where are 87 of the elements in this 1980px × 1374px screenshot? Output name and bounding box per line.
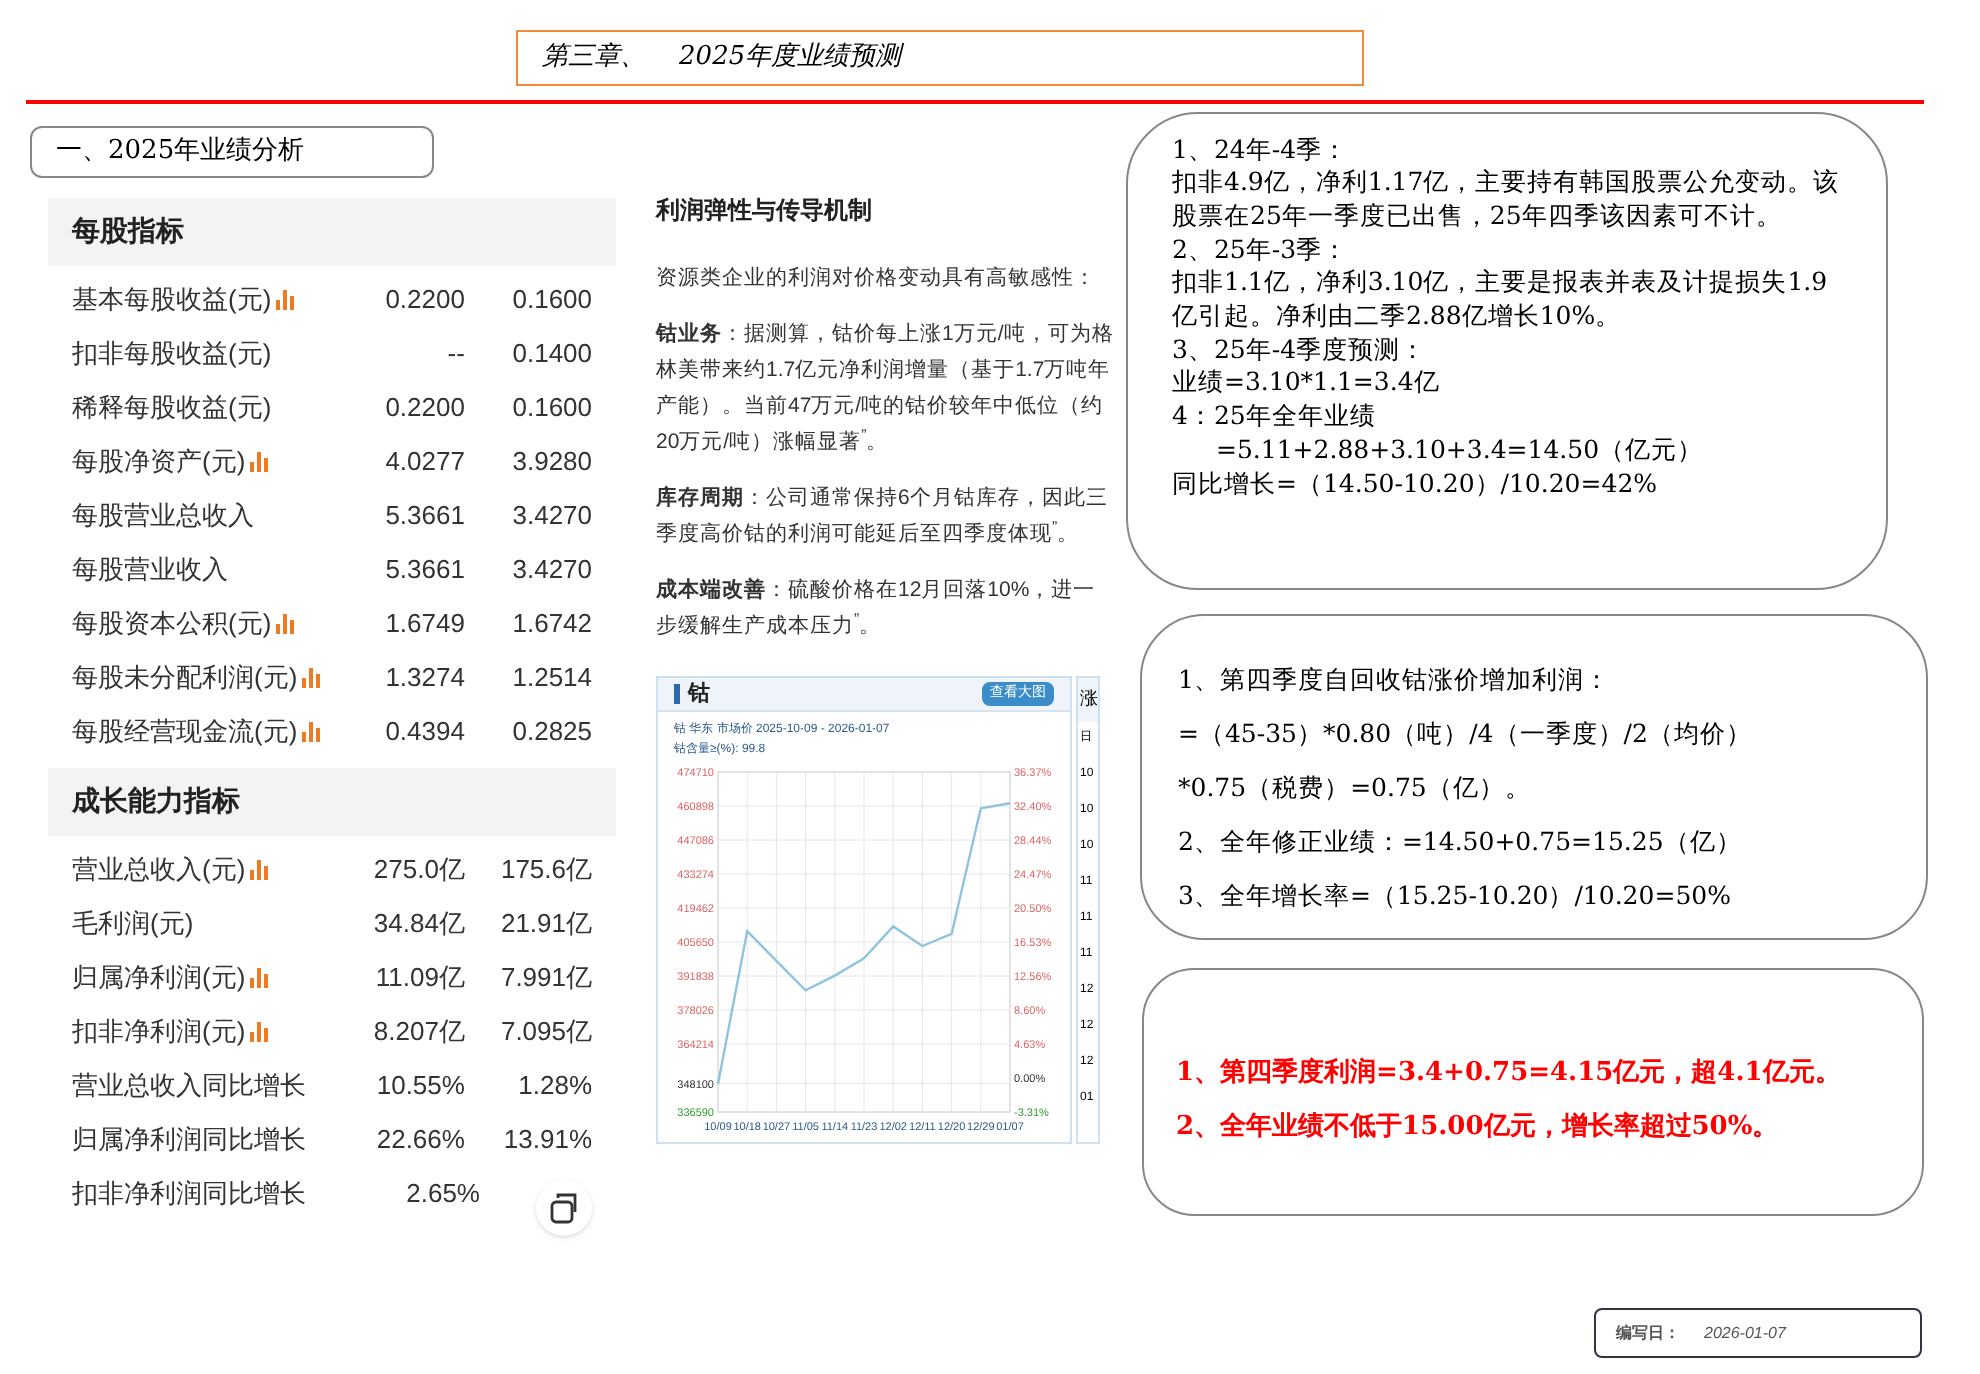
indicator-label: 归属净利润(元) — [72, 960, 246, 997]
note-text: 3、25年-4季度预测： — [1172, 333, 1429, 367]
indicator-label: 扣非每股收益(元) — [72, 336, 272, 373]
table-cell-text: 2.65% — [404, 1176, 480, 1213]
table-cell-text: 1.2514 — [510, 660, 593, 697]
panel-title: 涨 — [1080, 685, 1098, 712]
note-text: 2、全年修正业绩：=14.50+0.75=15.25（亿） — [1178, 823, 1744, 859]
table-cell-text: 0.2200 — [383, 390, 465, 427]
note-text: =（45-35）*0.80（吨）/4（一季度）/2（均价） — [1178, 715, 1754, 751]
note-text: 业绩=3.10*1.1=3.4亿 — [1172, 366, 1442, 401]
bar-chart-icon[interactable] — [249, 968, 268, 988]
bar-chart-icon[interactable] — [301, 722, 320, 742]
table-cell-text: 13.91% — [501, 1122, 593, 1159]
note-text: 扣非4.9亿，净利1.17亿，主要持有韩国股票公允变动。该股票在25年一季度已出售，25年四季该因素可不计。 — [1172, 166, 1842, 234]
chapter-title: 第三章、 2025年度业绩预测 — [516, 30, 1364, 86]
analysis-paragraph: 库存周期：公司通常保持6个月钴库存，因此三季度高价钴的利润可能延后至四季度体现$^{”}$。 — [656, 483, 1110, 549]
indicator-label: 稀释每股收益(元) — [72, 390, 272, 427]
table-cell-text: 1.6749 — [383, 606, 465, 643]
table-cell-text: 1.28% — [516, 1068, 593, 1105]
bar-chart-icon[interactable] — [301, 668, 320, 688]
copy-icon — [550, 1192, 578, 1224]
note-text: 扣非1.1亿，净利3.10亿，主要是报表并表及计提损失1.9亿引起。净利由二季2.88亿增长10%。 — [1172, 266, 1830, 334]
indicator-label: 扣非净利润(元) — [72, 1014, 246, 1051]
indicator-label: 每股资本公积(元) — [72, 606, 272, 643]
table-cell-text: 5.3661 — [383, 552, 465, 589]
indicator-label: 每股营业总收入 — [72, 498, 254, 535]
indicator-label: 营业总收入同比增长 — [72, 1068, 306, 1105]
analysis-title: 利润弹性与传导机制 — [656, 193, 874, 227]
section-header: 每股指标 — [48, 197, 616, 265]
note-text: 2、25年-3季： — [1172, 233, 1351, 267]
bar-chart-icon[interactable] — [249, 860, 268, 880]
table-cell-text: 175.6亿 — [498, 852, 593, 889]
note-text: 1、24年-4季： — [1172, 133, 1351, 167]
bar-chart-icon[interactable] — [275, 614, 294, 634]
note-text: 同比增长=（14.50-10.20）/10.20=42% — [1172, 467, 1660, 501]
table-cell-text: 10.55% — [374, 1068, 465, 1105]
analysis-paragraph: 钴业务：据测算，钴价每上涨1万元/吨，可为格林美带来约1.7亿元净利润增量（基于1.7万吨年产能）。当前47万元/吨的钴价较年中低位（约20万元/吨）涨幅显著$^{”}$。 — [656, 319, 1116, 457]
indicator-label: 每股净资产(元) — [72, 444, 246, 481]
table-cell-text: 5.3661 — [383, 498, 465, 535]
table-cell-text: 1.6742 — [510, 606, 593, 643]
table-cell-text: 7.991亿 — [498, 960, 593, 997]
footer-label: 编写日： — [1616, 1321, 1680, 1345]
table-cell-text: 21.91亿 — [498, 906, 593, 943]
indicator-label: 扣非净利润同比增长 — [72, 1176, 306, 1213]
table-cell-text: 11.09亿 — [373, 960, 465, 997]
table-cell-text: 3.4270 — [510, 552, 593, 589]
footer-date: 2026-01-07 — [1704, 1321, 1786, 1345]
table-cell-text: 3.4270 — [510, 498, 593, 535]
table-cell-text: 4.0277 — [383, 444, 465, 481]
section-header: 成长能力指标 — [48, 767, 616, 835]
bar-chart-icon[interactable] — [275, 290, 294, 310]
analysis-paragraph: 成本端改善：硫酸价格在12月回落10%，进一步缓解生产成本压力$^{”}$。 — [656, 575, 1098, 641]
table-cell-text: 22.66% — [374, 1122, 465, 1159]
note-text: 2、全年业绩不低于15.00亿元，增长率超过50%。 — [1176, 1109, 1781, 1145]
indicator-label: 每股营业收入 — [72, 552, 228, 589]
table-cell-text: 0.4394 — [383, 714, 465, 751]
note-text: =5.11+2.88+3.10+3.4=14.50（亿元） — [1214, 433, 1706, 468]
floating-action-button[interactable] — [536, 1180, 592, 1236]
note-text: *0.75（税费）=0.75（亿）。 — [1178, 769, 1533, 805]
table-cell-text: 7.095亿 — [498, 1014, 593, 1051]
indicator-label: 每股未分配利润(元) — [72, 660, 298, 697]
table-cell-text: 34.84亿 — [371, 906, 465, 943]
note-text: 4：25年全年业绩 — [1172, 400, 1378, 434]
panel-title: 钴 — [688, 679, 710, 709]
section-title: 一、2025年业绩分析 — [30, 125, 434, 177]
table-cell-text: 1.3274 — [383, 660, 465, 697]
analysis-paragraph: 资源类企业的利润对价格变动具有高敏感性： — [656, 263, 1098, 293]
table-cell-text: 0.1600 — [510, 282, 593, 319]
indicator-label: 归属净利润同比增长 — [72, 1122, 306, 1159]
table-cell-text: 8.207亿 — [371, 1014, 465, 1051]
indicator-label: 基本每股收益(元) — [72, 282, 272, 319]
indicator-label: 每股经营现金流(元) — [72, 714, 298, 751]
bar-chart-icon[interactable] — [249, 452, 268, 472]
marker-icon — [674, 683, 680, 704]
table-cell-text: 0.1400 — [510, 336, 593, 373]
table-cell-text: 0.1600 — [510, 390, 593, 427]
table-cell-text: 275.0亿 — [371, 852, 465, 889]
note-text: 1、第四季度利润=3.4+0.75=4.15亿元，超4.1亿元。 — [1176, 1055, 1843, 1091]
note-text: 3、全年增长率=（15.25-10.20）/10.20=50% — [1178, 877, 1733, 913]
table-cell-text: 0.2200 — [383, 282, 465, 319]
bar-chart-icon[interactable] — [249, 1022, 268, 1042]
table-cell-text: 0.2825 — [510, 714, 593, 751]
note-text: 1、第四季度自回收钴涨价增加利润： — [1178, 661, 1612, 697]
table-cell-text: -- — [445, 336, 465, 373]
indicator-label: 营业总收入(元) — [72, 852, 246, 889]
indicator-label: 毛利润(元) — [72, 906, 194, 943]
table-cell-text: 3.9280 — [510, 444, 593, 481]
